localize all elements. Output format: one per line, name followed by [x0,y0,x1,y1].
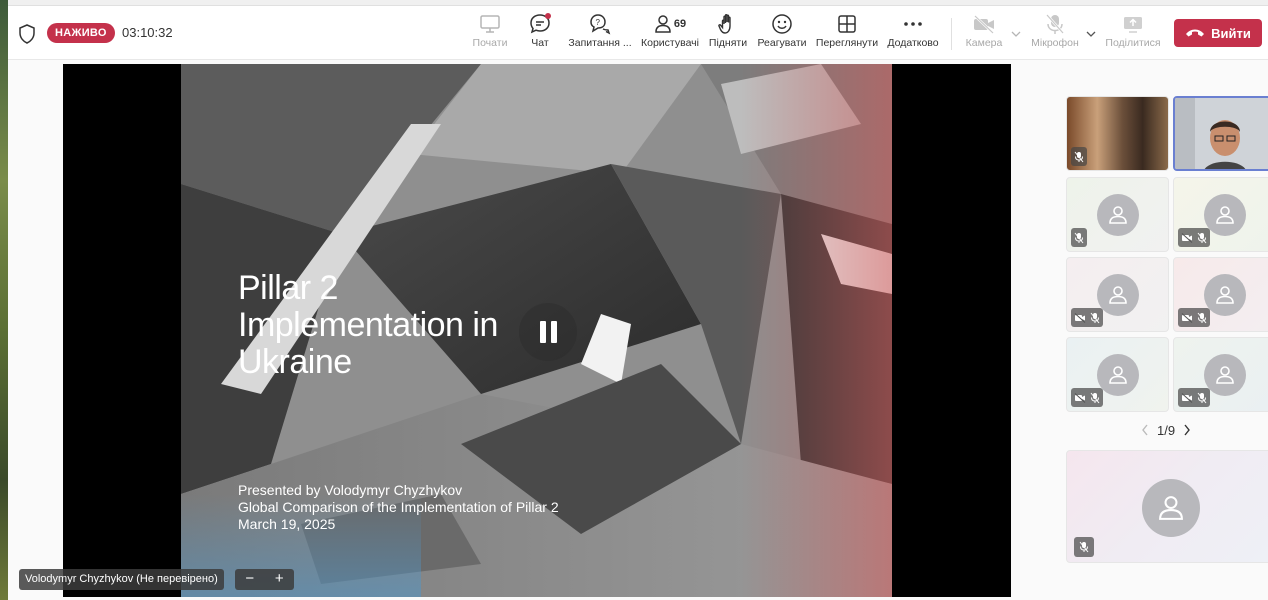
zoom-out-button[interactable]: − [235,569,265,590]
avatar [1096,193,1139,236]
participant-video-feed [1175,98,1268,169]
smiley-icon [747,12,817,36]
microphone-button[interactable]: Мікрофон [1020,12,1090,56]
mic-muted-icon [1090,392,1100,403]
camera-off-icon [1181,232,1193,243]
participant-tile-8[interactable] [1173,337,1268,412]
mic-muted-icon [1197,232,1207,243]
hang-up-icon [1186,29,1205,37]
view-button[interactable]: Переглянути [812,12,882,56]
mic-off-icon [1020,12,1090,36]
camera-off-icon [1181,392,1193,403]
slide-presenter-line: Presented by Volodymyr Chyzhykov [238,482,463,498]
tile-status-icons [1071,388,1103,407]
slide-title-line-3: Ukraine [238,343,352,381]
tile-status-icons [1071,308,1103,327]
participant-tile-7[interactable] [1066,337,1169,412]
person-icon [1108,205,1127,224]
person-icon [1108,285,1127,304]
mic-muted-icon [1197,392,1207,403]
person-icon [1215,365,1234,384]
participant-tile-5[interactable] [1066,257,1169,332]
tile-status-icons [1071,228,1087,247]
microphone-button-label: Мікрофон [1031,37,1079,49]
mic-muted-icon [1090,312,1100,323]
slide-subtitle-line: Global Comparison of the Implementation … [238,499,559,515]
view-button-label: Переглянути [815,37,879,49]
avatar [1142,479,1200,537]
camera-button[interactable]: Камера [949,12,1019,56]
shield-icon[interactable] [18,24,36,44]
zoom-in-button[interactable]: + [265,569,295,590]
react-button[interactable]: Реагувати [747,12,817,56]
tile-status-icons [1074,537,1094,557]
desktop-background [0,0,8,600]
presenter-name-label: Volodymyr Chyzhykov (Не перевірено) [19,569,224,590]
slide-date-line: March 19, 2025 [238,516,336,532]
leave-button-label: Вийти [1211,25,1251,41]
react-button-label: Реагувати [757,37,807,49]
slide-title-line-2: Implementation in [238,306,498,344]
slide-subtitle-block: Presented by Volodymyr Chyzhykov Global … [238,482,559,533]
meeting-timer: 03:10:32 [122,25,173,40]
slide-title: Pillar 2 Implementation in Ukraine [238,270,538,381]
person-icon [1108,365,1127,384]
person-icon [1215,285,1234,304]
questions-button[interactable]: ? Запитання ... [565,12,635,56]
questions-button-label: Запитання ... [568,37,632,49]
chevron-left-icon[interactable] [1141,424,1149,436]
share-button-label: Поділитися [1105,37,1161,49]
mic-options-chevron-icon[interactable] [1085,28,1097,40]
person-icon [1159,496,1183,520]
questions-icon: ? [565,12,635,36]
mic-muted-icon [1074,232,1084,243]
chevron-right-icon[interactable] [1183,424,1191,436]
camera-button-label: Камера [965,37,1003,49]
share-button[interactable]: Поділитися [1098,12,1168,56]
mic-muted-icon [1079,541,1089,553]
camera-off-icon [1074,392,1086,403]
pause-button[interactable] [519,303,577,361]
camera-off-icon [1181,312,1193,323]
meeting-toolbar: НАЖИВО 03:10:32 Почати Чат ? Запитання .… [8,6,1268,60]
mic-muted-icon [1197,312,1207,323]
self-view-tile[interactable] [1066,450,1268,563]
participant-tile-video-1[interactable] [1066,96,1169,171]
svg-text:?: ? [596,18,601,27]
presentation-slide[interactable]: Pillar 2 Implementation in Ukraine Prese… [181,64,892,597]
more-button-label: Додатково [887,37,939,49]
tile-status-icons [1178,388,1210,407]
participant-tile-video-2[interactable] [1173,96,1268,171]
pause-icon-bar-right [550,321,557,343]
tile-status-icons [1178,308,1210,327]
live-badge: НАЖИВО [47,23,115,43]
zoom-control: − + [235,569,294,590]
participant-tile-6[interactable] [1173,257,1268,332]
slide-title-line-1: Pillar 2 [238,269,338,307]
more-button[interactable]: Додатково [878,12,948,56]
leave-button[interactable]: Вийти [1174,19,1262,47]
presentation-stage: Pillar 2 Implementation in Ukraine Prese… [63,64,1011,597]
person-icon [1215,205,1234,224]
mic-muted-icon [1074,151,1084,162]
person-icon [655,15,671,33]
grid-view-icon [812,12,882,36]
camera-off-icon [949,12,1019,36]
participant-tile-3[interactable] [1066,177,1169,252]
participant-tile-4[interactable] [1173,177,1268,252]
participants-pager: 1/9 [1141,421,1201,439]
share-screen-icon [1098,12,1168,36]
camera-off-icon [1074,312,1086,323]
meeting-window: НАЖИВО 03:10:32 Почати Чат ? Запитання .… [8,0,1268,600]
tile-status-icons [1071,147,1087,166]
pager-label: 1/9 [1157,422,1176,438]
more-dots-icon [878,12,948,36]
users-count: 69 [673,18,687,30]
pause-icon-bar-left [539,321,546,343]
tile-status-icons [1178,228,1210,247]
